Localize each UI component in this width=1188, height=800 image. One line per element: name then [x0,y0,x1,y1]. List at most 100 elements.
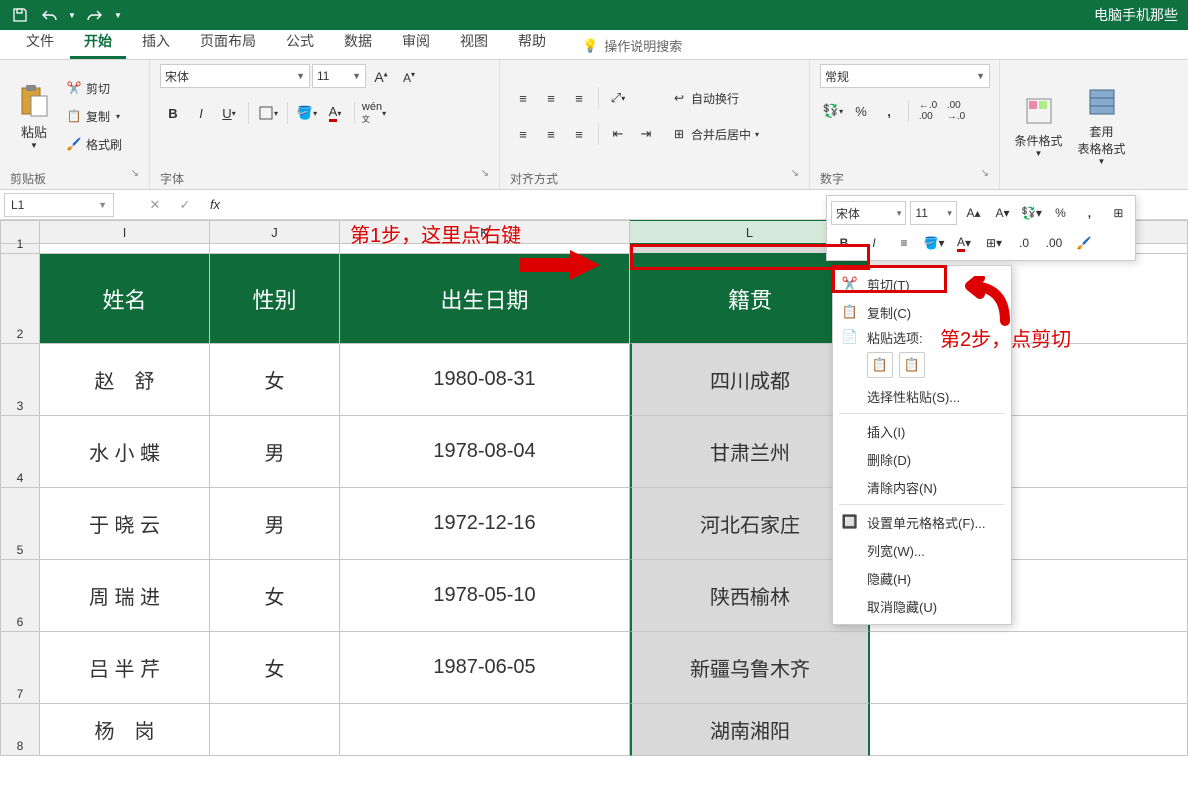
font-size-combo[interactable]: 11▼ [312,64,366,88]
col-header-I[interactable]: I [40,220,210,244]
ctx-format-cells[interactable]: 🔲设置单元格格式(F)... [833,508,1011,536]
cond-format-button[interactable]: 条件格式▼ [1010,84,1067,166]
ctx-copy[interactable]: 📋复制(C) [833,298,1011,326]
ctx-clear[interactable]: 清除内容(N) [833,473,1011,501]
cancel-formula-button[interactable]: ✕ [142,192,168,218]
font-launcher[interactable]: ↘ [481,168,489,187]
ctx-cut[interactable]: ✂️剪切(T) [833,270,1011,298]
fill-color-button[interactable]: 🪣▾ [294,100,320,126]
tab-help[interactable]: 帮助 [504,27,560,59]
italic-button[interactable]: I [188,100,214,126]
enter-formula-button[interactable]: ✓ [172,192,198,218]
font-color-button[interactable]: A▾ [322,100,348,126]
mini-inc-dec[interactable]: .0 [1011,230,1037,256]
redo-button[interactable] [80,2,108,28]
font-name-combo[interactable]: 宋体▼ [160,64,310,88]
row-header-8[interactable]: 8 [0,704,40,756]
tab-formulas[interactable]: 公式 [272,27,328,59]
dec-decimal-button[interactable]: .00→.0 [943,98,969,124]
row-header-3[interactable]: 3 [0,344,40,416]
mini-font-size[interactable]: 11▾ [910,201,957,225]
ctx-paste-special[interactable]: 选择性粘贴(S)... [833,382,1011,410]
ctx-col-width[interactable]: 列宽(W)... [833,536,1011,564]
col-header-J[interactable]: J [210,220,340,244]
tellme-label[interactable]: 操作说明搜索 [604,36,682,55]
merge-center-button[interactable]: ⊞合并后居中▾ [669,123,761,145]
bold-button[interactable]: B [160,100,186,126]
indent-inc-button[interactable]: ⇥ [633,121,659,147]
mini-font-color[interactable]: A▾ [951,230,977,256]
paste-opt-1[interactable]: 📋 [867,352,893,378]
row-header-4[interactable]: 4 [0,416,40,488]
mini-merge[interactable]: ⊞ [1106,200,1131,226]
tab-data[interactable]: 数据 [330,27,386,59]
col-header-K[interactable]: K [340,220,630,244]
tab-view[interactable]: 视图 [446,27,502,59]
paste-button[interactable]: 粘贴 ▼ [10,75,58,157]
qat-customize[interactable]: ▼ [110,2,126,28]
mini-bold[interactable]: B [831,230,857,256]
row-header-6[interactable]: 6 [0,560,40,632]
mini-italic[interactable]: I [861,230,887,256]
shrink-font-button[interactable]: A▾ [396,64,422,90]
inc-decimal-button[interactable]: ←.0.00 [915,98,941,124]
copy-button[interactable]: 📋复制▾ [64,105,124,127]
ctx-delete[interactable]: 删除(D) [833,445,1011,473]
borders-button[interactable]: ▾ [255,100,281,126]
orientation-button[interactable]: ⤢▾ [605,85,631,111]
row-header-7[interactable]: 7 [0,632,40,704]
mini-fill[interactable]: 🪣▾ [921,230,947,256]
ctx-paste-options-label: 📄粘贴选项: [833,326,1011,348]
align-bottom-button[interactable]: ≡ [566,85,592,111]
undo-button[interactable] [36,2,64,28]
phonetic-button[interactable]: wén文▾ [361,100,387,126]
number-format-combo[interactable]: 常规▼ [820,64,990,88]
percent-button[interactable]: % [848,98,874,124]
row-header-1[interactable]: 1 [0,244,40,254]
undo-dropdown[interactable]: ▼ [66,2,78,28]
mini-shrink-font[interactable]: A▾ [990,200,1015,226]
align-left-button[interactable]: ≡ [510,121,536,147]
indent-dec-button[interactable]: ⇤ [605,121,631,147]
tab-insert[interactable]: 插入 [128,27,184,59]
accounting-button[interactable]: 💱▾ [820,98,846,124]
mini-grow-font[interactable]: A▴ [961,200,986,226]
ctx-unhide[interactable]: 取消隐藏(U) [833,592,1011,620]
mini-align[interactable]: ≡ [891,230,917,256]
table-row[interactable]: 赵 舒 [40,344,210,416]
row-header-5[interactable]: 5 [0,488,40,560]
align-launcher[interactable]: ↘ [791,168,799,187]
mini-border[interactable]: ⊞▾ [981,230,1007,256]
name-box[interactable]: L1▼ [4,193,114,217]
align-top-button[interactable]: ≡ [510,85,536,111]
tab-pagelayout[interactable]: 页面布局 [186,27,270,59]
cut-button[interactable]: ✂️剪切 [64,77,124,99]
mini-percent[interactable]: % [1048,200,1073,226]
underline-button[interactable]: U▾ [216,100,242,126]
format-painter-button[interactable]: 🖌️格式刷 [64,133,124,155]
fx-button[interactable]: fx [202,192,228,218]
tab-home[interactable]: 开始 [70,27,126,59]
wrap-text-button[interactable]: ↩自动换行 [669,87,761,109]
align-right-button[interactable]: ≡ [566,121,592,147]
mini-accounting[interactable]: 💱▾ [1019,200,1044,226]
grow-font-button[interactable]: A▴ [368,64,394,90]
save-button[interactable] [6,2,34,28]
comma-button[interactable]: , [876,98,902,124]
number-launcher[interactable]: ↘ [981,168,989,187]
row-header-2[interactable]: 2 [0,254,40,344]
tab-review[interactable]: 审阅 [388,27,444,59]
mini-dec-dec[interactable]: .00 [1041,230,1067,256]
ctx-insert[interactable]: 插入(I) [833,417,1011,445]
mini-comma[interactable]: , [1077,200,1102,226]
format-cells-icon: 🔲 [841,514,859,530]
mini-painter[interactable]: 🖌️ [1071,230,1097,256]
mini-font-name[interactable]: 宋体▾ [831,201,906,225]
table-format-button[interactable]: 套用 表格格式▼ [1073,84,1130,166]
align-middle-button[interactable]: ≡ [538,85,564,111]
ctx-hide[interactable]: 隐藏(H) [833,564,1011,592]
paste-opt-2[interactable]: 📋 [899,352,925,378]
tab-file[interactable]: 文件 [12,27,68,59]
clipboard-launcher[interactable]: ↘ [131,168,139,187]
align-center-button[interactable]: ≡ [538,121,564,147]
